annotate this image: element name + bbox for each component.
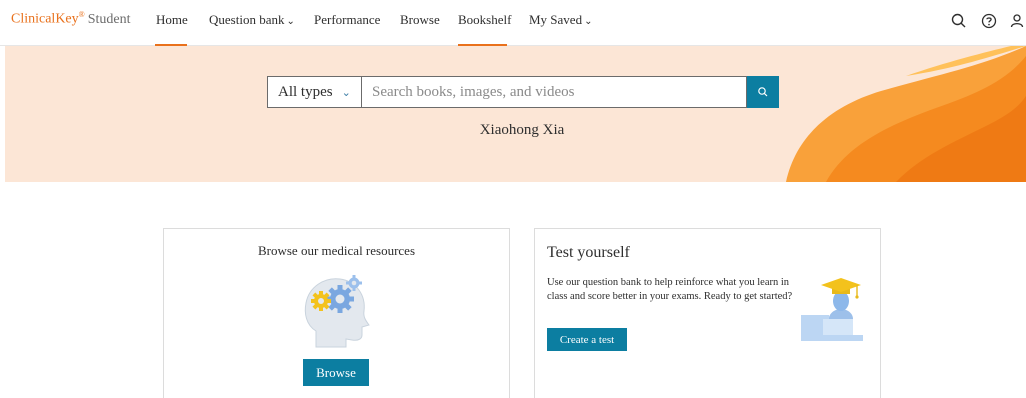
brand-logo[interactable]: ClinicalKey® Student — [11, 10, 131, 28]
brand-registered-mark: ® — [78, 10, 85, 19]
nav-question-bank-label: Question bank — [209, 12, 285, 27]
nav-home[interactable]: Home — [156, 12, 188, 28]
browse-card-title: Browse our medical resources — [257, 243, 416, 258]
nav-bookshelf-label: Bookshelf — [458, 12, 512, 27]
nav-my-saved-label: My Saved — [529, 12, 583, 27]
nav-bookshelf[interactable]: Bookshelf — [458, 12, 511, 28]
search-bar: All types ⌄ — [267, 76, 779, 108]
test-card-title: Test yourself — [547, 244, 630, 261]
decorative-wave-graphic — [786, 46, 1026, 182]
nav-performance-label: Performance — [314, 12, 381, 27]
chevron-down-icon: ⌄ — [286, 16, 295, 27]
search-input[interactable] — [361, 76, 747, 108]
nav-question-bank[interactable]: Question bank ⌄ — [209, 12, 295, 28]
nav-browse-label: Browse — [400, 12, 440, 27]
chevron-down-icon: ⌄ — [584, 16, 593, 27]
brand-name: ClinicalKey — [11, 11, 79, 27]
content-type-select[interactable]: All types ⌄ — [267, 76, 361, 108]
help-icon[interactable] — [980, 12, 998, 30]
user-icon[interactable] — [1008, 12, 1026, 30]
browse-button[interactable]: Browse — [303, 359, 369, 386]
top-navigation: ClinicalKey® Student Home Question bank ⌄ … — [0, 0, 1026, 46]
test-yourself-card: Test yourself Use our question bank to h… — [534, 228, 881, 398]
hero-banner: All types ⌄ Xiaohong Xia — [5, 46, 1026, 182]
search-icon[interactable] — [950, 12, 968, 30]
chevron-down-icon: ⌄ — [341, 86, 351, 99]
search-submit-button[interactable] — [747, 76, 779, 108]
nav-home-label: Home — [156, 12, 188, 27]
browse-resources-card: Browse our medical resources Browse — [163, 228, 510, 398]
head-gears-icon — [304, 275, 370, 348]
user-name: Xiaohong Xia — [479, 122, 565, 138]
nav-my-saved[interactable]: My Saved ⌄ — [529, 12, 592, 28]
graduate-icon — [801, 278, 863, 341]
nav-performance[interactable]: Performance — [314, 12, 380, 28]
brand-sub: Student — [87, 11, 131, 27]
search-icon — [758, 87, 768, 97]
nav-browse[interactable]: Browse — [400, 12, 440, 28]
create-test-button[interactable]: Create a test — [547, 328, 627, 351]
content-type-value: All types — [278, 83, 333, 100]
test-card-description: Use our question bank to help reinforce … — [547, 277, 793, 302]
